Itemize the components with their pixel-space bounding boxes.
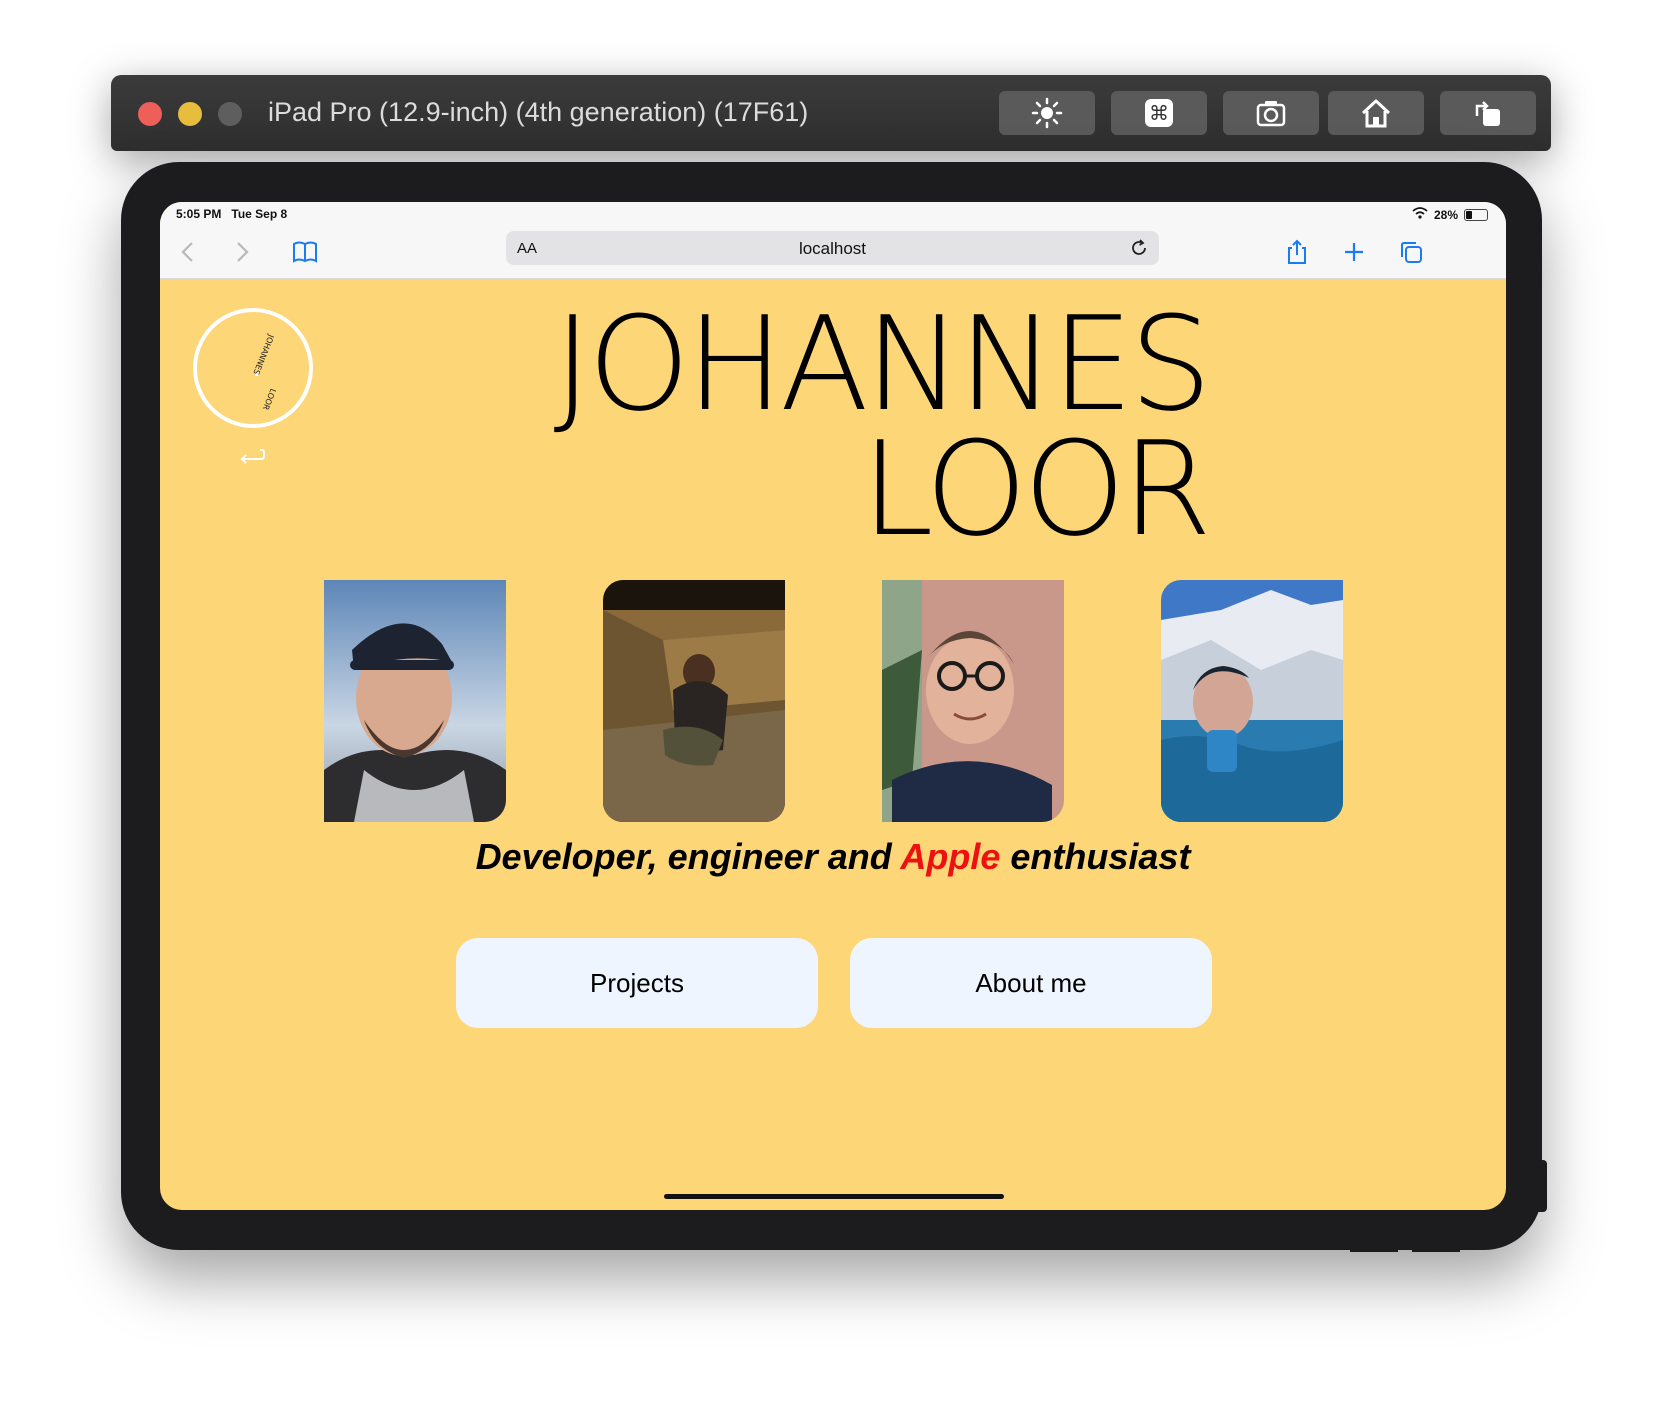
logo-text-bottom: LOOR — [261, 387, 278, 411]
close-window-button[interactable] — [138, 102, 162, 126]
forward-icon[interactable] — [228, 238, 256, 266]
volume-button-2 — [1412, 1246, 1460, 1252]
status-right: 28% — [1412, 207, 1488, 222]
photo-glasses-portrait — [882, 580, 1064, 822]
projects-button[interactable]: Projects — [456, 938, 818, 1028]
url-text: localhost — [798, 239, 867, 258]
about-me-button[interactable]: About me — [850, 938, 1212, 1028]
home-icon — [1361, 99, 1391, 128]
tagline-part1: Developer, engineer and — [475, 836, 901, 877]
tagline-part2: enthusiast — [1000, 836, 1191, 877]
tabs-icon[interactable] — [1397, 238, 1425, 266]
safari-toolbar: AA localhost — [160, 226, 1506, 279]
reload-icon[interactable] — [1129, 238, 1149, 258]
address-bar[interactable]: AA localhost — [506, 231, 1159, 265]
back-icon[interactable] — [174, 238, 202, 266]
rotate-button[interactable] — [1440, 91, 1536, 135]
svg-text:⌘: ⌘ — [1149, 101, 1169, 125]
logo-circle[interactable]: JOHANNES LOOR — [193, 308, 313, 428]
battery-icon — [1464, 208, 1488, 221]
command-button[interactable]: ⌘ — [1111, 91, 1207, 135]
volume-button-1 — [1350, 1246, 1398, 1252]
tagline: Developer, engineer and Apple enthusiast — [160, 836, 1506, 878]
photo-cap-portrait — [324, 580, 506, 822]
status-time: 5:05 PM Tue Sep 8 — [176, 207, 287, 221]
share-icon[interactable] — [1283, 238, 1311, 266]
brightness-button[interactable] — [999, 91, 1095, 135]
command-icon: ⌘ — [1145, 99, 1173, 127]
bookmarks-icon[interactable] — [291, 238, 319, 266]
screenshot-button[interactable] — [1223, 91, 1319, 135]
screenshot-icon — [1256, 101, 1286, 127]
ipad-screen: 5:05 PM Tue Sep 8 28% AA localhost JOHAN… — [160, 202, 1506, 1210]
simulator-title: iPad Pro (12.9-inch) (4th generation) (1… — [268, 97, 809, 127]
photo-row — [160, 580, 1506, 822]
simulator-titlebar: iPad Pro (12.9-inch) (4th generation) (1… — [111, 75, 1551, 151]
status-clock: 5:05 PM — [176, 207, 222, 221]
logo-text-top: JOHANNES — [251, 332, 276, 375]
photo-pool-mountains — [1161, 580, 1343, 822]
minimize-window-button[interactable] — [178, 102, 202, 126]
wifi-icon — [1412, 207, 1428, 222]
tagline-apple: Apple — [900, 836, 1001, 877]
title-last-name: LOOR — [861, 413, 1212, 565]
title-first-name: JOHANNES — [553, 288, 1212, 440]
brightness-icon — [1031, 97, 1063, 129]
photo-night-crouch — [603, 580, 785, 822]
page-title: JOHANNES LOOR — [553, 288, 1212, 565]
status-date: Tue Sep 8 — [231, 207, 288, 221]
home-indicator[interactable] — [664, 1194, 1004, 1199]
return-arrow-icon[interactable] — [238, 447, 266, 467]
status-bar: 5:05 PM Tue Sep 8 28% — [160, 202, 1506, 226]
battery-percent: 28% — [1433, 207, 1458, 222]
logo-graphic: JOHANNES LOOR — [251, 332, 278, 411]
new-tab-icon[interactable] — [1340, 238, 1368, 266]
side-button — [1538, 1160, 1547, 1212]
rotate-icon — [1475, 101, 1500, 126]
zoom-window-button[interactable] — [218, 102, 242, 126]
home-button[interactable] — [1328, 91, 1424, 135]
